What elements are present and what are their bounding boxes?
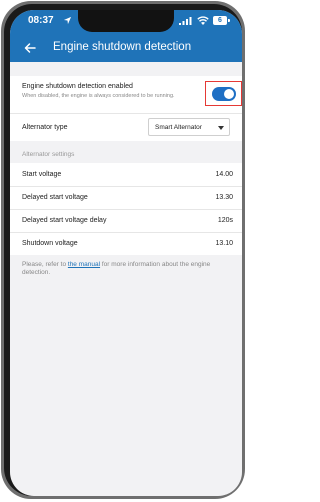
- location-arrow-icon: [63, 16, 72, 25]
- phone-bezel: 08:37 6 Engine shutdown detection Engine…: [4, 4, 242, 496]
- start-voltage-label: Start voltage: [22, 171, 62, 178]
- app-bar: Engine shutdown detection: [10, 34, 242, 62]
- footer-prefix: Please, refer to: [22, 261, 68, 268]
- status-time: 08:37: [28, 15, 54, 26]
- delayed-start-voltage-row[interactable]: Delayed start voltage 13.30: [10, 186, 242, 209]
- battery-icon: 6: [213, 16, 227, 25]
- phone-screen: 08:37 6 Engine shutdown detection Engine…: [10, 10, 242, 496]
- signal-icon: [179, 17, 192, 25]
- alternator-type-value: Smart Alternator: [155, 124, 202, 131]
- manual-link[interactable]: the manual: [68, 261, 100, 268]
- delayed-start-voltage-delay-label: Delayed start voltage delay: [22, 217, 107, 224]
- delayed-start-voltage-value: 13.30: [215, 194, 233, 201]
- engine-detection-toggle[interactable]: [212, 87, 236, 101]
- toggle-highlight-box: [205, 81, 242, 106]
- alternator-settings-list: Start voltage 14.00 Delayed start voltag…: [10, 163, 242, 255]
- engine-detection-title: Engine shutdown detection enabled: [22, 83, 133, 90]
- delayed-start-voltage-delay-value: 120s: [217, 217, 233, 224]
- alternator-settings-header: Alternator settings: [22, 151, 75, 158]
- back-arrow-icon[interactable]: [24, 42, 36, 54]
- page-title: Engine shutdown detection: [53, 41, 192, 53]
- delayed-start-voltage-label: Delayed start voltage: [22, 194, 88, 201]
- engine-detection-description: When disabled, the engine is always cons…: [22, 93, 175, 99]
- alternator-type-label: Alternator type: [22, 124, 68, 131]
- shutdown-voltage-label: Shutdown voltage: [22, 240, 78, 247]
- wifi-icon: [197, 16, 209, 25]
- shutdown-voltage-row[interactable]: Shutdown voltage 13.10: [10, 232, 242, 255]
- alternator-type-select[interactable]: Smart Alternator: [148, 118, 230, 136]
- battery-tip: [228, 19, 230, 22]
- shutdown-voltage-value: 13.10: [215, 240, 233, 247]
- footer-note: Please, refer to the manual for more inf…: [22, 261, 228, 277]
- phone-frame: 08:37 6 Engine shutdown detection Engine…: [1, 1, 245, 499]
- delayed-start-voltage-delay-row[interactable]: Delayed start voltage delay 120s: [10, 209, 242, 232]
- start-voltage-value: 14.00: [215, 171, 233, 178]
- toggle-knob: [224, 89, 234, 99]
- camera-notch: [78, 10, 174, 32]
- start-voltage-row[interactable]: Start voltage 14.00: [10, 163, 242, 186]
- alternator-type-row: Alternator type Smart Alternator: [10, 114, 242, 141]
- caret-down-icon: [218, 126, 224, 130]
